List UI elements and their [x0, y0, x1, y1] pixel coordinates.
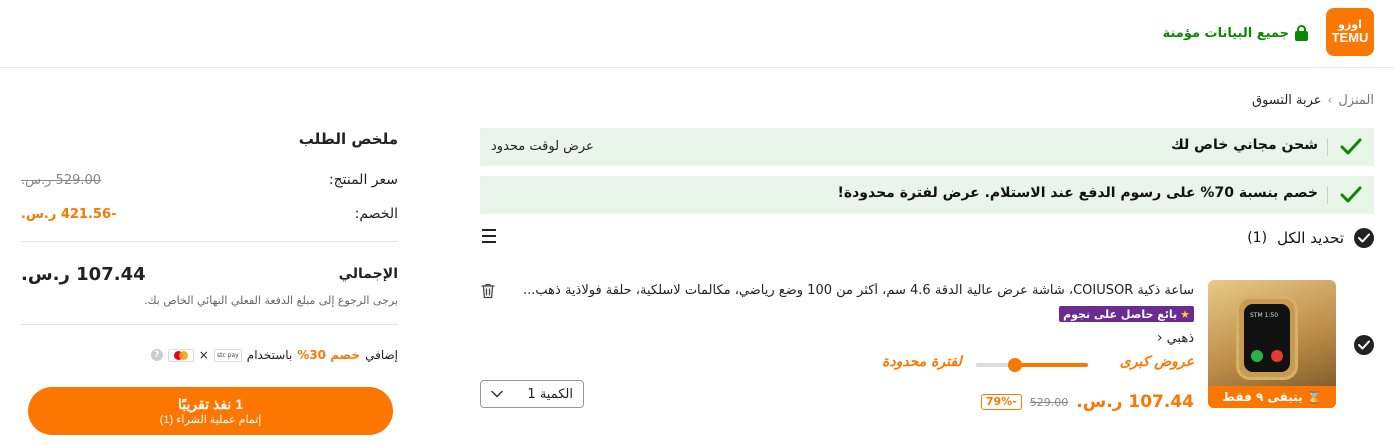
breadcrumb-separator: › — [1327, 93, 1333, 107]
quantity-select[interactable]: الكمية 1 — [480, 380, 584, 408]
summary-title: ملخص الطلب — [298, 130, 398, 148]
product-image[interactable]: 1:50 STM ⌛ يتبقى ٩ فقط — [1208, 280, 1336, 408]
payment-offer: إضافي خصم 30% باستخدام stc pay × ? — [150, 346, 398, 364]
temu-logo[interactable]: اوزو TEMU — [1326, 8, 1374, 56]
current-price: 107.44 ر.س. — [1076, 392, 1194, 412]
select-all-label: تحديد الكل — [1277, 229, 1344, 247]
total-value: 107.44 ر.س. — [21, 264, 146, 285]
times-sign: × — [198, 348, 209, 362]
product-price-value: 529.00 ر.س. — [21, 173, 102, 188]
deal-progress-fill — [1015, 363, 1088, 367]
banner-title: شحن مجاني خاص لك — [1171, 137, 1318, 153]
select-all-row[interactable]: تحديد الكل (1) — [1247, 226, 1374, 250]
cod-discount-banner: خصم بنسبة 70% على رسوم الدفع عند الاستلا… — [480, 176, 1374, 214]
stock-badge-text: يتبقى ٩ فقط — [1222, 390, 1303, 404]
summary-divider — [21, 324, 398, 325]
trash-icon[interactable] — [481, 283, 495, 299]
smartwatch-illustration: 1:50 STM — [1236, 296, 1298, 380]
watch-time: 1:50 STM — [1250, 312, 1279, 319]
stock-badge: ⌛ يتبقى ٩ فقط — [1208, 386, 1336, 408]
free-shipping-banner: شحن مجاني خاص لك عرض لوقت محدود — [480, 128, 1374, 166]
total-note: يرجى الرجوع إلى مبلغ الدفعة الفعلي النها… — [144, 294, 398, 307]
logo-text: TEMU — [1331, 30, 1369, 45]
top-header: اوزو TEMU جميع البيانات مؤمنة — [0, 0, 1395, 68]
breadcrumb-home-link[interactable]: المنزل — [1338, 93, 1374, 108]
hourglass-icon: ⌛ — [1306, 390, 1322, 404]
offer-suffix: باستخدام — [246, 348, 293, 362]
stcpay-logo: stc pay — [213, 348, 242, 362]
chevron-left-icon: ‹ — [1156, 330, 1163, 346]
select-all-count: (1) — [1247, 230, 1268, 246]
offer-percent: خصم 30% — [297, 348, 361, 362]
deal-row: عروض كبرى لفترة محدودة — [874, 354, 1194, 374]
secure-notice: جميع البيانات مؤمنة — [1163, 22, 1308, 44]
breadcrumb-current: عربة التسوق — [1252, 92, 1322, 108]
banner-divider — [1327, 138, 1328, 156]
summary-divider — [21, 241, 398, 242]
total-label: الإجمالي — [338, 266, 398, 282]
discount-tag: -79% — [980, 394, 1022, 410]
select-all-checkbox[interactable] — [1354, 228, 1374, 248]
banner-divider — [1327, 186, 1328, 204]
quantity-label: الكمية 1 — [527, 386, 573, 402]
product-title[interactable]: ساعة ذكية COIUSOR، شاشة عرض عالية الدقة … — [500, 283, 1194, 298]
check-icon — [1340, 138, 1362, 155]
lock-icon — [1295, 25, 1308, 41]
discount-label: الخصم: — [354, 206, 398, 222]
variant-selector[interactable]: ذهبي ‹ — [1157, 330, 1194, 346]
checkmark-icon — [1358, 340, 1370, 350]
deal-label: عروض كبرى — [1119, 354, 1194, 370]
secure-text: جميع البيانات مؤمنة — [1162, 25, 1289, 41]
original-price: 529.00 — [1029, 395, 1069, 409]
variant-text: ذهبي — [1166, 330, 1194, 346]
mastercard-logo — [167, 348, 194, 362]
breadcrumb: المنزل › عربة التسوق — [1252, 90, 1374, 110]
check-icon — [1340, 186, 1362, 203]
offer-prefix: إضافي — [365, 348, 398, 362]
item-checkbox[interactable] — [1354, 335, 1374, 355]
checkout-line2: إتمام عملية الشراء (1) — [159, 413, 262, 426]
star-icon: ★ — [1180, 307, 1190, 321]
checkout-line1: 1 نفذ تقريبًا — [178, 395, 243, 412]
star-seller-badge: ★ بائع حاصل على نجوم — [1059, 306, 1194, 322]
banner-note: عرض لوقت محدود — [491, 139, 594, 154]
seller-badge-text: بائع حاصل على نجوم — [1063, 307, 1178, 321]
product-price-label: سعر المنتج: — [328, 172, 398, 188]
deal-progress-bar — [976, 363, 1088, 367]
info-icon[interactable]: ? — [150, 349, 163, 361]
list-menu-icon[interactable] — [482, 228, 500, 244]
product-price-row: سعر المنتج: 529.00 ر.س. — [21, 172, 398, 192]
discount-value: -421.56 ر.س. — [21, 207, 117, 222]
checkout-button[interactable]: 1 نفذ تقريبًا إتمام عملية الشراء (1) — [28, 387, 393, 435]
price-row: 107.44 ر.س. 529.00 -79% — [980, 390, 1194, 414]
banner-title: خصم بنسبة 70% على رسوم الدفع عند الاستلا… — [837, 185, 1318, 201]
chevron-down-icon — [491, 390, 503, 398]
checkmark-icon — [1358, 233, 1370, 243]
discount-row: الخصم: -421.56 ر.س. — [21, 206, 398, 226]
limited-time-label: لفترة محدودة — [882, 354, 962, 370]
clock-icon — [1008, 358, 1022, 372]
